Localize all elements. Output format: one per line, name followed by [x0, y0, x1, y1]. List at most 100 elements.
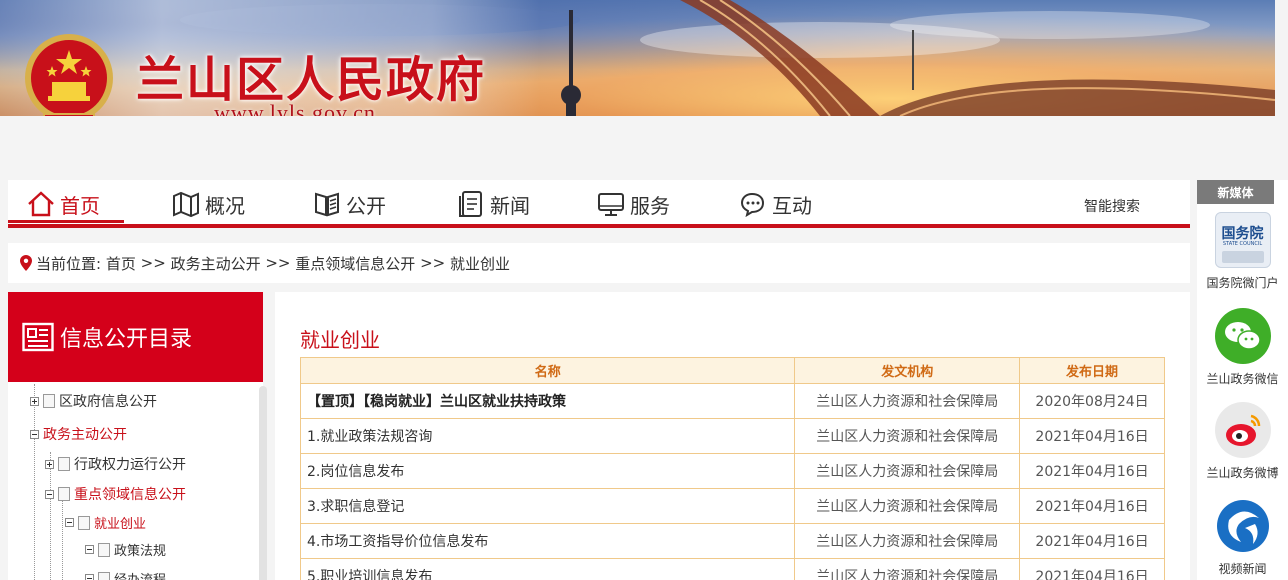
document-date: 2020年08月24日 — [1019, 383, 1165, 419]
nav-item-label: 互动 — [772, 193, 812, 218]
breadcrumb: 当前位置: 首页 >> 政务主动公开 >> 重点领域信息公开 >> 就业创业 — [8, 243, 1190, 283]
document-table: 名称 发文机构 发布日期 【置顶】【稳岗就业】兰山区就业扶持政策 兰山区人力资源… — [299, 357, 1165, 580]
nav-item-public[interactable]: 公开 — [312, 186, 386, 222]
document-date: 2021年04月16日 — [1019, 523, 1165, 559]
tree-node-active-disclosure[interactable]: 政务主动公开 — [30, 424, 127, 444]
page-title: 就业创业 — [300, 328, 380, 352]
wechat-icon — [1214, 308, 1271, 364]
location-pin-icon — [20, 255, 32, 271]
folder-icon — [78, 515, 90, 530]
column-header-date: 发布日期 — [1019, 357, 1165, 384]
media-item-video-news[interactable]: 视频新闻 — [1197, 498, 1288, 577]
main-nav: 首页 概况 公开 新闻 服务 互动 智能搜索 — [8, 180, 1190, 228]
table-row: 2.岗位信息发布 兰山区人力资源和社会保障局 2021年04月16日 — [299, 453, 1165, 489]
site-url: www.lyls.gov.cn — [214, 100, 376, 116]
document-org: 兰山区人力资源和社会保障局 — [794, 418, 1021, 454]
new-media-title: 新媒体 — [1197, 180, 1274, 204]
document-date: 2021年04月16日 — [1019, 418, 1165, 454]
table-header-row: 名称 发文机构 发布日期 — [299, 357, 1165, 384]
header-banner: 兰山区人民政府 www.lyls.gov.cn — [0, 0, 1275, 116]
expand-icon[interactable] — [30, 396, 39, 406]
smart-search-button[interactable]: 智能搜索 — [1084, 196, 1140, 216]
tree-node-admin-power[interactable]: 行政权力运行公开 — [45, 454, 186, 474]
nav-item-news[interactable]: 新闻 — [456, 186, 530, 222]
sidebar-scrollbar[interactable] — [259, 386, 267, 580]
document-link[interactable]: 1.就业政策法规咨询 — [299, 418, 796, 454]
table-row: 【置顶】【稳岗就业】兰山区就业扶持政策 兰山区人力资源和社会保障局 2020年0… — [299, 383, 1165, 419]
catalog-tree: 区政府信息公开 政务主动公开 行政权力运行公开 重点领域信息公开 就业创业 政策… — [8, 382, 267, 580]
folder-icon — [58, 487, 70, 501]
breadcrumb-separator: >> — [265, 254, 291, 272]
state-council-icon: 国务院 STATE COUNCIL — [1214, 212, 1271, 268]
nav-active-indicator — [8, 220, 124, 223]
folder-icon — [43, 394, 55, 408]
document-icon — [459, 191, 482, 217]
sidebar-header: 信息公开目录 — [8, 292, 263, 382]
table-row: 3.求职信息登记 兰山区人力资源和社会保障局 2021年04月16日 — [299, 488, 1165, 524]
collapse-icon[interactable] — [30, 429, 39, 439]
nav-item-service[interactable]: 服务 — [596, 186, 670, 222]
tree-node-district-gov-info[interactable]: 区政府信息公开 — [30, 391, 157, 411]
document-org: 兰山区人力资源和社会保障局 — [794, 558, 1021, 580]
document-link[interactable]: 【置顶】【稳岗就业】兰山区就业扶持政策 — [299, 383, 796, 419]
nav-item-label: 公开 — [346, 193, 386, 218]
media-item-state-council[interactable]: 国务院 STATE COUNCIL 国务院微门户 — [1197, 212, 1288, 291]
tree-node-employment[interactable]: 就业创业 — [65, 513, 146, 532]
breadcrumb-item-key-areas[interactable]: 重点领域信息公开 — [295, 253, 415, 274]
home-icon — [28, 191, 54, 217]
book-icon — [315, 192, 339, 217]
breadcrumb-prefix: 当前位置: — [36, 254, 102, 273]
collapse-icon[interactable] — [65, 518, 74, 527]
document-date: 2021年04月16日 — [1019, 453, 1165, 489]
media-item-wechat[interactable]: 兰山政务微信 — [1197, 308, 1288, 387]
collapse-icon[interactable] — [85, 574, 94, 580]
document-org: 兰山区人力资源和社会保障局 — [794, 488, 1021, 524]
document-link[interactable]: 5.职业培训信息发布 — [299, 558, 796, 580]
collapse-icon[interactable] — [45, 489, 54, 499]
breadcrumb-separator: >> — [140, 254, 166, 272]
folder-icon — [98, 542, 110, 557]
media-item-weibo[interactable]: 兰山政务微博 — [1197, 402, 1288, 481]
folder-icon — [98, 571, 110, 580]
catalog-icon — [22, 322, 54, 352]
document-date: 2021年04月16日 — [1019, 488, 1165, 524]
nav-item-interact[interactable]: 互动 — [738, 186, 812, 222]
document-link[interactable]: 4.市场工资指导价位信息发布 — [299, 523, 796, 559]
document-org: 兰山区人力资源和社会保障局 — [794, 453, 1021, 489]
nav-item-label: 服务 — [630, 193, 670, 218]
document-date: 2021年04月16日 — [1019, 558, 1165, 580]
column-header-org: 发文机构 — [794, 357, 1021, 384]
document-org: 兰山区人力资源和社会保障局 — [794, 523, 1021, 559]
breadcrumb-item-current[interactable]: 就业创业 — [450, 253, 510, 274]
column-header-name: 名称 — [299, 357, 796, 384]
nav-item-overview[interactable]: 概况 — [171, 186, 245, 222]
nav-item-label: 首页 — [60, 193, 100, 218]
media-item-label: 国务院微门户 — [1206, 276, 1279, 290]
table-row: 1.就业政策法规咨询 兰山区人力资源和社会保障局 2021年04月16日 — [299, 418, 1165, 454]
tree-node-process[interactable]: 经办流程 — [85, 569, 166, 580]
tree-node-policy[interactable]: 政策法规 — [85, 540, 166, 559]
collapse-icon[interactable] — [85, 545, 94, 554]
new-media-panel: 新媒体 国务院 STATE COUNCIL 国务院微门户 兰山政务微信 兰山政务… — [1197, 180, 1288, 580]
video-news-icon — [1214, 498, 1271, 554]
nav-item-label: 新闻 — [490, 193, 530, 218]
sidebar-title: 信息公开目录 — [60, 327, 193, 352]
tree-node-key-areas[interactable]: 重点领域信息公开 — [45, 484, 186, 504]
expand-icon[interactable] — [45, 459, 54, 469]
folder-icon — [58, 457, 70, 471]
media-item-label: 视频新闻 — [1218, 562, 1267, 576]
document-org: 兰山区人力资源和社会保障局 — [794, 383, 1021, 419]
breadcrumb-separator: >> — [420, 254, 446, 272]
breadcrumb-item-active-disclosure[interactable]: 政务主动公开 — [171, 253, 261, 274]
media-item-label: 兰山政务微博 — [1206, 466, 1279, 480]
map-icon — [173, 191, 199, 218]
document-link[interactable]: 3.求职信息登记 — [299, 488, 796, 524]
media-item-label: 兰山政务微信 — [1206, 372, 1279, 386]
nav-item-home[interactable]: 首页 — [26, 186, 100, 222]
breadcrumb-item-home[interactable]: 首页 — [106, 253, 136, 274]
document-link[interactable]: 2.岗位信息发布 — [299, 453, 796, 489]
main-content: 就业创业 名称 发文机构 发布日期 【置顶】【稳岗就业】兰山区就业扶持政策 兰山… — [275, 292, 1190, 580]
monitor-icon — [598, 193, 624, 216]
table-row: 4.市场工资指导价位信息发布 兰山区人力资源和社会保障局 2021年04月16日 — [299, 523, 1165, 559]
nav-item-label: 概况 — [205, 193, 245, 218]
